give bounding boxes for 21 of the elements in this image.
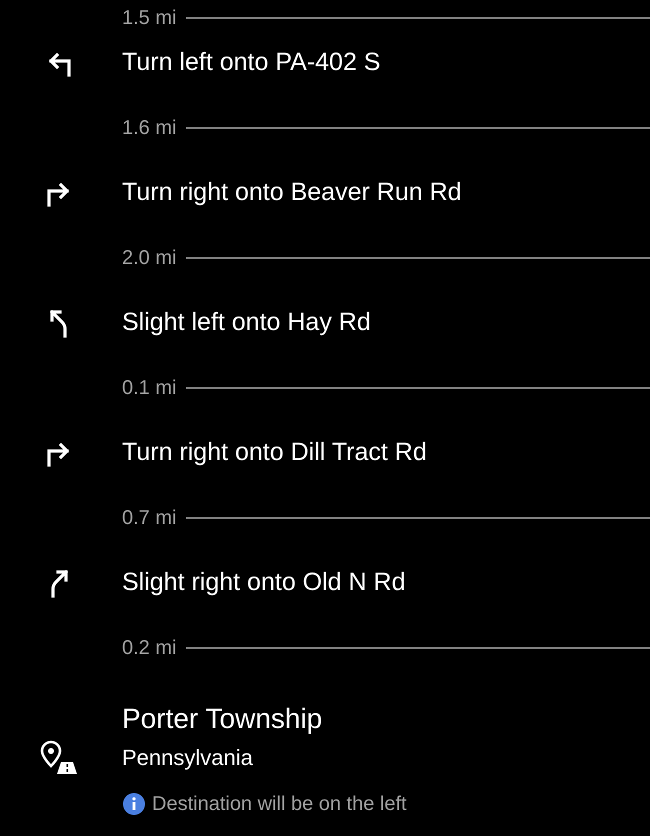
direction-step[interactable]: Turn left onto PA-402 S — [0, 30, 650, 95]
direction-step[interactable]: Turn right onto Dill Tract Rd — [0, 420, 650, 485]
instruction-text: Slight left onto Hay Rd — [122, 306, 371, 338]
destination-pin-icon — [39, 740, 79, 776]
destination-note: Destination will be on the left — [152, 792, 407, 817]
distance-label: 2.0 mi — [122, 246, 176, 270]
destination-region: Pennsylvania — [122, 744, 254, 772]
distance-label: 0.1 mi — [122, 376, 176, 400]
instruction-text: Turn right onto Beaver Run Rd — [122, 176, 462, 208]
direction-step[interactable]: Slight right onto Old N Rd — [0, 550, 650, 615]
info-icon — [122, 792, 146, 816]
destination-name: Porter Township — [122, 702, 324, 736]
distance-label: 0.7 mi — [122, 506, 176, 530]
direction-step[interactable]: Turn right onto Beaver Run Rd — [0, 160, 650, 225]
instruction-text: Turn left onto PA-402 S — [122, 46, 380, 78]
instruction-text: Turn right onto Dill Tract Rd — [122, 436, 427, 468]
instruction-text: Slight right onto Old N Rd — [122, 566, 406, 598]
distance-label: 1.6 mi — [122, 116, 176, 140]
distance-label: 0.2 mi — [122, 636, 176, 660]
distance-label: 1.5 mi — [122, 6, 176, 31]
direction-step[interactable]: Slight left onto Hay Rd — [0, 290, 650, 355]
